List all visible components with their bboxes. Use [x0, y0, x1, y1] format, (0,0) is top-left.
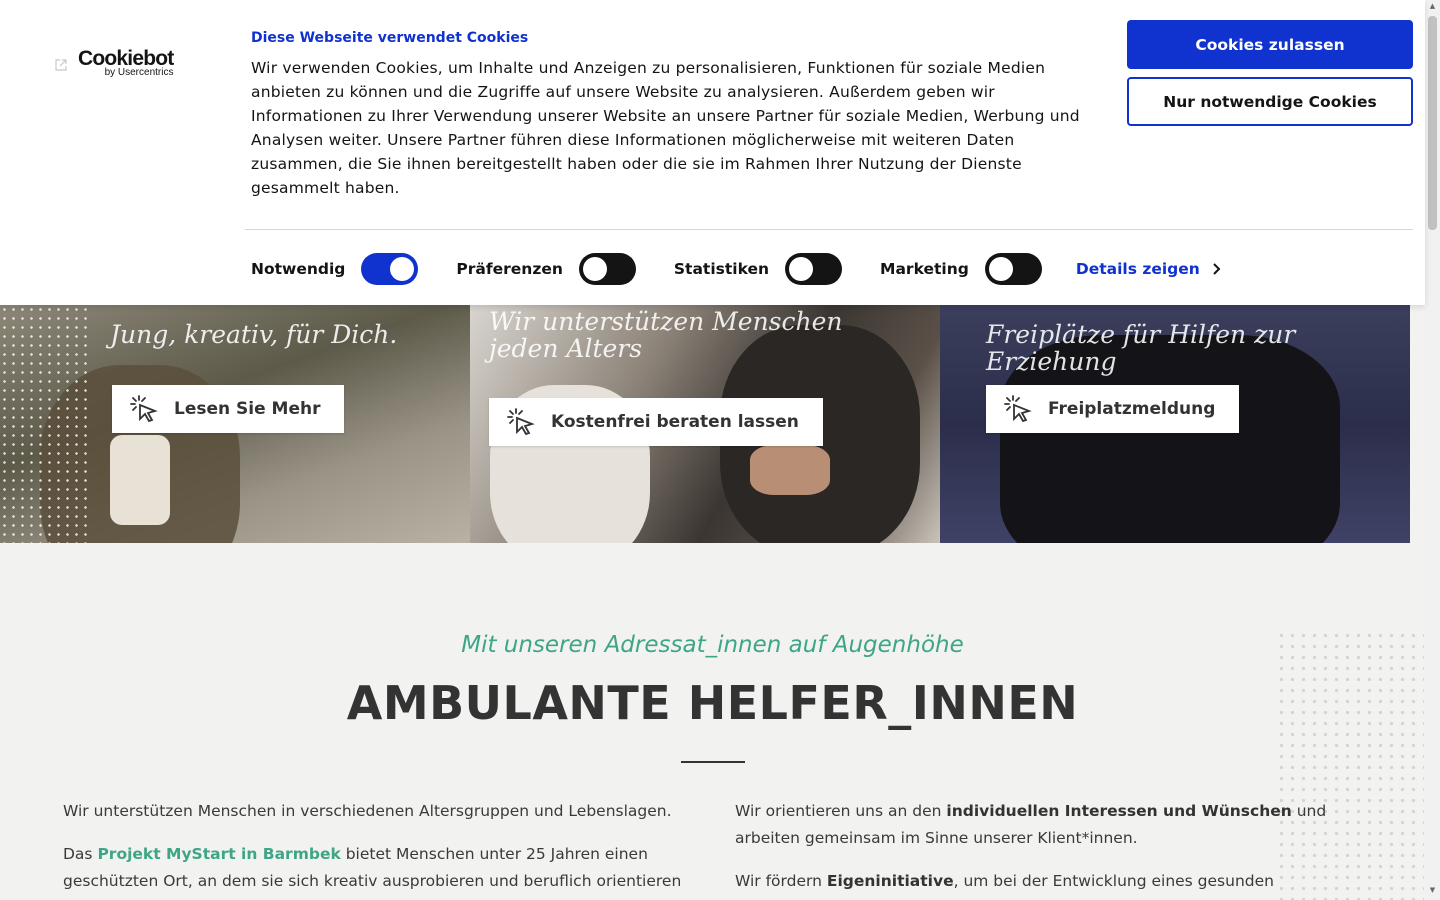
bold-text: individuellen Interessen und Wünschen — [946, 802, 1292, 820]
text-span: Wir orientieren uns an den — [735, 802, 947, 820]
cookie-banner: Cookiebot by Usercentrics Diese Webseite… — [0, 0, 1425, 305]
hero-panel-3: Freiplätze für Hilfen zur Erziehung Frei… — [940, 305, 1410, 543]
logo-wordmark: Cookiebot by Usercentrics — [78, 48, 174, 78]
page-scrollbar[interactable]: ▲ ▼ — [1425, 0, 1440, 900]
hero-tagline-3: Freiplätze für Hilfen zur Erziehung — [986, 320, 1296, 376]
section-headline: AMBULANTE HELFER_INNEN — [346, 676, 1079, 730]
toggle-knob — [582, 257, 607, 281]
toggle-knob — [988, 257, 1013, 281]
free-consultation-button[interactable]: Kostenfrei beraten lassen — [489, 398, 823, 446]
consent-toggles: Notwendig Präferenzen Statistiken Market… — [251, 252, 1222, 286]
cup-shape — [110, 435, 170, 525]
show-details-label: Details zeigen — [1075, 260, 1200, 278]
banner-body: Wir verwenden Cookies, um Inhalte und An… — [251, 59, 1080, 197]
hands-shape — [750, 445, 830, 495]
toggle-necessary[interactable] — [361, 253, 419, 285]
read-more-button[interactable]: Lesen Sie Mehr — [112, 385, 345, 433]
hero-panel-1: Jung, kreativ, für Dich. Lesen Sie Mehr — [0, 305, 470, 543]
dot-pattern — [0, 305, 90, 543]
necessary-cookies-button[interactable]: Nur notwendige Cookies — [1127, 77, 1413, 126]
toggle-label-statistics: Statistiken — [673, 260, 770, 278]
right-paragraph-1: Wir orientieren uns an den individuellen… — [735, 798, 1375, 852]
scrollbar-thumb[interactable] — [1428, 16, 1437, 230]
toggle-knob — [789, 257, 814, 281]
free-consultation-label: Kostenfrei beraten lassen — [551, 412, 799, 432]
left-column: Wir unterstützen Menschen in verschieden… — [63, 798, 683, 900]
free-place-report-label: Freiplatzmeldung — [1048, 399, 1216, 419]
text-span: , um bei der Entwicklung eines gesunden — [953, 872, 1274, 890]
text-span: Wir fördern — [735, 872, 827, 890]
banner-divider — [245, 229, 1413, 230]
scroll-up-icon[interactable]: ▲ — [1428, 2, 1437, 10]
toggle-label-necessary: Notwendig — [251, 260, 346, 278]
project-mystart-link[interactable]: Projekt MyStart in Barmbek — [97, 845, 340, 863]
left-paragraph-1: Wir unterstützen Menschen in verschieden… — [63, 802, 672, 820]
pointer-click-icon — [507, 408, 535, 436]
scroll-down-icon[interactable]: ▼ — [1428, 886, 1437, 894]
hero-tagline-1: Jung, kreativ, für Dich. — [110, 320, 398, 349]
toggle-preferences[interactable] — [578, 253, 636, 285]
toggle-knob — [390, 257, 415, 281]
banner-title: Diese Webseite verwendet Cookies — [251, 30, 529, 46]
headline-divider — [681, 761, 745, 763]
text-span: Das — [63, 845, 98, 863]
hero-tagline-2: Wir unterstützen Menschen jeden Alters — [489, 307, 843, 363]
section-subtitle: Mit unseren Adressat_innen auf Augenhöhe — [461, 632, 964, 658]
right-column: Wir orientieren uns an den individuellen… — [735, 798, 1375, 900]
bold-text: Eigeninitiative — [826, 872, 954, 890]
show-details-link[interactable]: Details zeigen — [1076, 260, 1222, 278]
left-paragraph-2: Das Projekt MyStart in Barmbek bietet Me… — [63, 841, 683, 895]
allow-cookies-button[interactable]: Cookies zulassen — [1127, 20, 1413, 69]
hero-panel-2: Wir unterstützen Menschen jeden Alters K… — [470, 305, 940, 543]
read-more-label: Lesen Sie Mehr — [174, 399, 321, 419]
toggle-label-marketing: Marketing — [880, 260, 969, 278]
toggle-statistics[interactable] — [785, 253, 843, 285]
right-paragraph-2: Wir fördern Eigeninitiative, um bei der … — [735, 868, 1375, 895]
chevron-right-icon — [1213, 263, 1221, 275]
toggle-label-preferences: Präferenzen — [456, 260, 563, 278]
toggle-marketing[interactable] — [984, 253, 1042, 285]
external-link-icon — [55, 59, 67, 71]
pointer-click-icon — [130, 395, 158, 423]
pointer-click-icon — [1004, 395, 1032, 423]
hero-strip: Jung, kreativ, für Dich. Lesen Sie Mehr … — [0, 305, 1425, 543]
free-place-report-button[interactable]: Freiplatzmeldung — [986, 385, 1240, 433]
cookiebot-logo[interactable]: Cookiebot by Usercentrics — [54, 48, 174, 78]
